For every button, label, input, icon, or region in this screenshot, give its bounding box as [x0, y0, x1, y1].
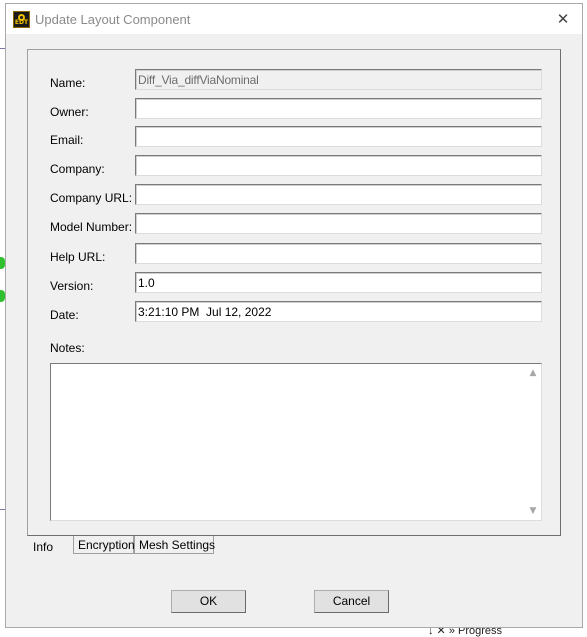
- scroll-down-icon[interactable]: ▼: [525, 506, 541, 516]
- notes-textarea[interactable]: ▲ ▼: [50, 363, 542, 521]
- owner-label: Owner:: [50, 105, 89, 119]
- app-logo-icon: EDT: [13, 11, 30, 28]
- close-button[interactable]: ✕: [550, 6, 576, 32]
- dialog-title: Update Layout Component: [35, 12, 191, 27]
- help-url-field[interactable]: [135, 243, 542, 264]
- company-url-field[interactable]: [135, 184, 542, 205]
- help-url-label: Help URL:: [50, 250, 106, 264]
- tab-info[interactable]: Info: [29, 536, 73, 556]
- name-label: Name:: [50, 76, 86, 90]
- cancel-button[interactable]: Cancel: [314, 590, 389, 613]
- ok-button[interactable]: OK: [171, 590, 246, 613]
- company-url-label: Company URL:: [50, 191, 133, 205]
- info-tab-panel: Name: Owner: Email: Company: Company URL…: [27, 49, 561, 536]
- email-field[interactable]: [135, 126, 542, 147]
- title-bar[interactable]: EDT Update Layout Component ✕: [6, 4, 582, 34]
- scroll-up-icon[interactable]: ▲: [525, 368, 541, 378]
- version-field[interactable]: [135, 272, 542, 293]
- tab-encryption[interactable]: Encryption: [73, 536, 135, 554]
- date-field[interactable]: [135, 301, 542, 322]
- name-field[interactable]: [135, 69, 542, 90]
- email-label: Email:: [50, 133, 84, 147]
- date-label: Date:: [50, 308, 79, 322]
- update-layout-component-dialog: EDT Update Layout Component ✕ Name: Owne…: [5, 3, 583, 628]
- tab-mesh-settings[interactable]: Mesh Settings: [134, 536, 215, 554]
- model-number-field[interactable]: [135, 213, 542, 234]
- company-label: Company:: [50, 162, 105, 176]
- version-label: Version:: [50, 279, 94, 293]
- notes-scrollbar[interactable]: ▲ ▼: [525, 364, 541, 520]
- model-number-label: Model Number:: [50, 220, 133, 234]
- notes-label: Notes:: [50, 341, 85, 355]
- owner-field[interactable]: [135, 98, 542, 119]
- company-field[interactable]: [135, 155, 542, 176]
